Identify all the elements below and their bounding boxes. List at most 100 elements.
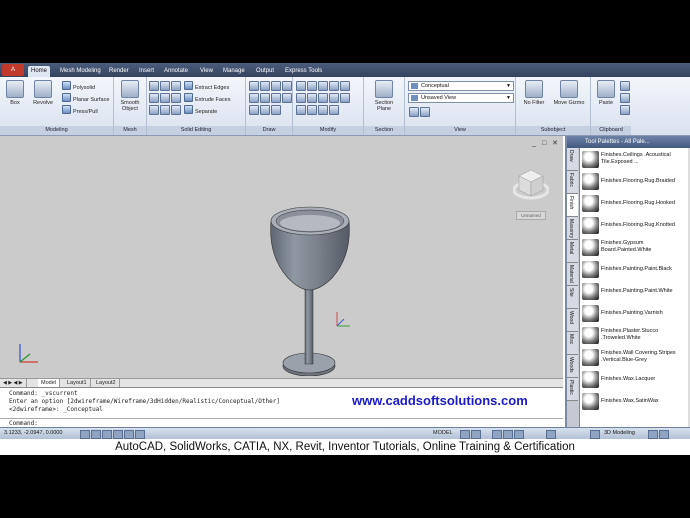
goblet-3d-model[interactable] <box>260 166 370 376</box>
spline-icon[interactable] <box>260 93 270 103</box>
palette-tab[interactable]: Masonry <box>567 217 578 240</box>
zoom-icon[interactable] <box>503 430 513 439</box>
viewcube[interactable] <box>513 166 549 202</box>
palette-tab[interactable]: Material <box>567 263 578 286</box>
erase-icon[interactable] <box>307 105 317 115</box>
palette-tab[interactable]: Plastic <box>567 378 578 401</box>
palette-material-item[interactable]: Finishes.Ceilings .Acoustical Tile.Expos… <box>580 149 690 171</box>
offset-icon[interactable] <box>318 93 328 103</box>
interfere-icon[interactable] <box>149 93 159 103</box>
osnap-icon[interactable] <box>124 430 134 439</box>
document-window-controls[interactable]: _ □ ✕ <box>532 139 560 147</box>
intersect-icon[interactable] <box>171 81 181 91</box>
imprint-icon[interactable] <box>149 105 159 115</box>
tab-annotate[interactable]: Annotate <box>161 66 191 77</box>
extrude-faces-button[interactable]: Extrude Faces <box>184 93 230 104</box>
model-space-toggle[interactable]: MODEL <box>433 430 453 436</box>
copy-clip-icon[interactable] <box>620 93 630 103</box>
workspace-switch-icon[interactable] <box>590 430 600 439</box>
copy-icon[interactable] <box>296 105 306 115</box>
no-filter-button[interactable]: No Filter <box>519 80 549 106</box>
tab-render[interactable]: Render <box>106 66 132 77</box>
panel-title-draw[interactable]: Draw <box>246 126 292 135</box>
palette-tab[interactable]: Misc <box>567 332 578 355</box>
palette-tab[interactable]: Site <box>567 286 578 309</box>
visual-style-dropdown[interactable]: Conceptual ▼ <box>408 81 514 91</box>
palette-material-item[interactable]: Finishes.Wax.Lacquer <box>580 369 690 391</box>
palette-material-item[interactable]: Finishes.Flooring.Rug.Hooked <box>580 193 690 215</box>
shell-icon[interactable] <box>160 105 170 115</box>
annotation-scale-icon[interactable] <box>546 430 556 439</box>
chamfer-icon[interactable] <box>307 93 317 103</box>
viewcube-wcs-label[interactable]: Unnamed <box>516 211 546 220</box>
separate-button[interactable]: Separate <box>184 105 217 116</box>
mirror-3d-icon[interactable] <box>329 81 339 91</box>
extend-icon[interactable] <box>340 93 350 103</box>
visual-style-option-icon[interactable] <box>409 107 419 117</box>
panel-title-mesh[interactable]: Mesh <box>114 126 146 135</box>
palette-tab[interactable]: Draw <box>567 148 578 171</box>
palette-material-item[interactable]: Finishes.Painting.Paint.Black <box>580 259 690 281</box>
palette-tab[interactable]: Woods <box>567 355 578 378</box>
cut-icon[interactable] <box>620 81 630 91</box>
quick-view-drawings-icon[interactable] <box>471 430 481 439</box>
presspull-button[interactable]: Press/Pull <box>62 105 98 116</box>
palette-material-item[interactable]: Finishes.Gypsum Board.Painted.White <box>580 237 690 259</box>
hatch-icon[interactable] <box>282 93 292 103</box>
polar-icon[interactable] <box>113 430 123 439</box>
tab-mesh-modeling[interactable]: Mesh Modeling <box>57 66 104 77</box>
explode-icon[interactable] <box>318 105 328 115</box>
panel-title-clipboard[interactable]: Clipboard <box>591 126 631 135</box>
panel-title-section[interactable]: Section <box>364 126 404 135</box>
palette-material-item[interactable]: Finishes.Painting.Paint.White <box>580 281 690 303</box>
move-icon[interactable] <box>296 81 306 91</box>
line-icon[interactable] <box>249 81 259 91</box>
extract-edges-button[interactable]: Extract Edges <box>184 81 229 92</box>
tab-express-tools[interactable]: Express Tools <box>282 66 325 77</box>
palette-material-item[interactable]: Finishes.Flooring.Rug.Braided <box>580 171 690 193</box>
palette-tab[interactable]: Wood <box>567 309 578 332</box>
tool-palette-title-bar[interactable]: Tool Palettes - All Pale... <box>567 136 690 148</box>
palette-material-item[interactable]: Finishes.Painting.Varnish <box>580 303 690 325</box>
palette-material-item[interactable]: Finishes.Wall Covering.Stripes .Vertical… <box>580 347 690 369</box>
union-icon[interactable] <box>149 81 159 91</box>
lock-icon[interactable] <box>648 430 658 439</box>
boundary-icon[interactable] <box>260 105 270 115</box>
align-icon[interactable] <box>318 81 328 91</box>
snap-icon[interactable] <box>80 430 90 439</box>
rectangle-icon[interactable] <box>249 93 259 103</box>
arc-icon[interactable] <box>282 81 292 91</box>
tab-insert[interactable]: Insert <box>136 66 157 77</box>
panel-title-solid-editing[interactable]: Solid Editing <box>147 126 245 135</box>
shadow-icon[interactable] <box>420 107 430 117</box>
palette-material-item[interactable]: Finishes.Wax.SatinWax <box>580 391 690 413</box>
panel-title-subobject[interactable]: Subobject <box>516 126 590 135</box>
palette-material-item[interactable]: Finishes.Flooring.Rug.Knotted <box>580 215 690 237</box>
array-icon[interactable] <box>340 81 350 91</box>
tab-output[interactable]: Output <box>253 66 277 77</box>
quick-view-layouts-icon[interactable] <box>460 430 470 439</box>
ortho-icon[interactable] <box>102 430 112 439</box>
saved-view-dropdown[interactable]: Unsaved View ▼ <box>408 93 514 103</box>
palette-tab[interactable]: Finish <box>567 194 578 217</box>
drawing-viewport[interactable]: _ □ ✕ Unnamed <box>0 136 563 378</box>
check-icon[interactable] <box>171 105 181 115</box>
box-button[interactable]: Box <box>3 80 27 106</box>
tab-home[interactable]: Home <box>28 66 51 77</box>
stretch-icon[interactable] <box>329 105 339 115</box>
revolve-button[interactable]: Revolve <box>31 80 55 106</box>
clean-screen-icon[interactable] <box>659 430 669 439</box>
grid-icon[interactable] <box>91 430 101 439</box>
tab-manage[interactable]: Manage <box>220 66 248 77</box>
slice-icon[interactable] <box>160 93 170 103</box>
application-menu-button[interactable]: A <box>2 64 24 76</box>
tab-view[interactable]: View <box>197 66 216 77</box>
palette-material-item[interactable]: Finishes.Plaster.Stucco .Troweled.White <box>580 325 690 347</box>
region-icon[interactable] <box>249 105 259 115</box>
pan-icon[interactable] <box>492 430 502 439</box>
palette-tab[interactable]: Fabric <box>567 171 578 194</box>
panel-title-modeling[interactable]: Modeling <box>0 126 113 135</box>
planar-surface-button[interactable]: Planar Surface <box>62 93 109 104</box>
steering-wheel-icon[interactable] <box>514 430 524 439</box>
trim-icon[interactable] <box>329 93 339 103</box>
